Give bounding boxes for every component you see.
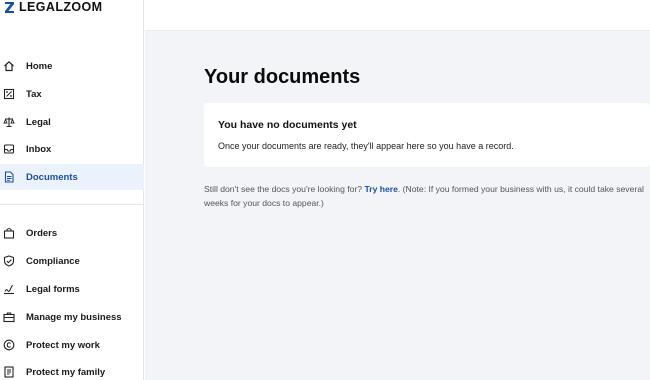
sidebar-item-label: Inbox [26, 143, 52, 155]
tax-icon [3, 88, 15, 100]
sidebar-item-label: Legal [26, 116, 51, 128]
document-icon [3, 171, 15, 183]
sidebar-item-orders[interactable]: Orders [0, 220, 144, 246]
try-here-link[interactable]: Try here [364, 184, 397, 194]
inbox-icon [3, 143, 15, 155]
sidebar-item-label: Protect my work [26, 339, 100, 351]
sidebar-item-label: Protect my family [26, 366, 106, 378]
sidebar-item-inbox[interactable]: Inbox [0, 136, 144, 162]
sidebar-item-label: Documents [26, 171, 78, 183]
shield-check-icon [3, 255, 15, 267]
sidebar: LEGALZOOM Home Tax Legal Inbox Documents… [0, 0, 144, 380]
sidebar-item-label: Legal forms [26, 283, 80, 295]
sidebar-item-legal-forms[interactable]: Legal forms [0, 276, 144, 302]
empty-state-title: You have no documents yet [218, 119, 357, 131]
sidebar-item-protect-my-work[interactable]: Protect my work [0, 332, 144, 358]
sidebar-item-label: Home [26, 60, 53, 72]
sidebar-item-compliance[interactable]: Compliance [0, 248, 144, 274]
home-icon [3, 60, 15, 72]
sidebar-item-manage-my-business[interactable]: Manage my business [0, 304, 144, 330]
copyright-icon [3, 339, 15, 351]
sidebar-divider [0, 204, 144, 205]
help-note: Still don't see the docs you're looking … [204, 183, 650, 210]
sidebar-item-legal[interactable]: Legal [0, 109, 144, 135]
family-doc-icon [3, 366, 15, 378]
sidebar-item-documents[interactable]: Documents [0, 164, 144, 190]
legalzoom-logo-icon [5, 1, 14, 13]
sidebar-item-label: Tax [26, 88, 42, 100]
empty-state-message: Once your documents are ready, they'll a… [218, 141, 514, 151]
sidebar-item-home[interactable]: Home [0, 53, 144, 79]
signature-icon [3, 283, 15, 295]
briefcase-icon [3, 311, 15, 323]
page-title: Your documents [204, 66, 361, 88]
brand-logo[interactable]: LEGALZOOM [4, 0, 102, 14]
sidebar-item-label: Manage my business [26, 311, 122, 323]
bag-icon [3, 227, 15, 239]
sidebar-item-label: Orders [26, 227, 58, 239]
help-note-prefix: Still don't see the docs you're looking … [204, 184, 363, 194]
sidebar-item-label: Compliance [26, 255, 80, 267]
empty-state-card: You have no documents yet Once your docu… [204, 103, 650, 167]
scales-icon [3, 116, 15, 128]
sidebar-item-protect-my-family[interactable]: Protect my family [0, 359, 144, 380]
brand-name: LEGALZOOM [19, 0, 103, 14]
top-bar [145, 0, 650, 31]
sidebar-item-tax[interactable]: Tax [0, 81, 144, 107]
